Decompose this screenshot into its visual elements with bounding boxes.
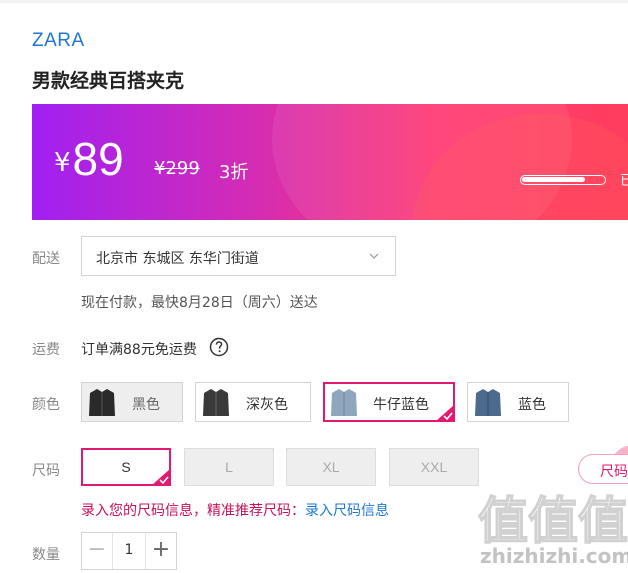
size-guide-tag[interactable]: 尺码 (578, 454, 628, 484)
address-value: 北京市 东城区 东华门街道 (96, 251, 259, 267)
quantity-stepper[interactable]: − 1 + (81, 532, 177, 570)
color-option-dark-gray[interactable]: 深灰色 (195, 382, 311, 422)
quantity-increase-button[interactable]: + (145, 533, 176, 569)
size-tip-text: 录入您的尺码信息，精准推荐尺码： (81, 503, 305, 519)
discount-badge: 3折 (219, 162, 249, 183)
quantity-label: 数量 (32, 547, 60, 563)
size-option-xxl[interactable]: XXL (389, 448, 479, 486)
color-option-denim-blue[interactable]: 牛仔蓝色 (323, 382, 455, 422)
sales-progress-bar (520, 175, 606, 185)
size-guide-tag-label: 尺码 (600, 464, 628, 480)
product-title: 男款经典百搭夹克 (32, 70, 185, 92)
color-option-label: 蓝色 (518, 397, 546, 413)
current-price: ¥89 (54, 132, 124, 186)
color-option-label: 黑色 (132, 397, 160, 413)
color-option-blue[interactable]: 蓝色 (467, 382, 569, 422)
currency-symbol: ¥ (54, 148, 71, 178)
sales-progress-fill (522, 177, 585, 182)
size-option-s[interactable]: S (81, 448, 171, 486)
size-label: 尺码 (32, 463, 60, 479)
sales-progress-label: 已 (620, 173, 628, 189)
size-option-label: L (225, 459, 233, 475)
jacket-thumbnail-icon (203, 389, 229, 416)
jacket-thumbnail-icon (331, 389, 357, 416)
chevron-down-icon (369, 253, 379, 259)
watermark-text: zhizhizhi.com (480, 544, 628, 568)
address-selector[interactable]: 北京市 东城区 东华门街道 (81, 236, 396, 276)
jacket-thumbnail-icon (475, 389, 501, 416)
jacket-thumbnail-icon (89, 389, 115, 416)
selected-check-icon (436, 405, 454, 421)
size-recommend-tip: 录入您的尺码信息，精准推荐尺码：录入尺码信息 (81, 500, 389, 520)
color-option-label: 牛仔蓝色 (373, 397, 429, 413)
color-option-black[interactable]: 黑色 (81, 382, 183, 422)
top-divider (0, 0, 628, 3)
help-icon[interactable] (209, 337, 229, 357)
size-option-label: XXL (420, 459, 448, 475)
shipping-label: 运费 (32, 342, 60, 358)
delivery-label: 配送 (32, 251, 60, 267)
color-label: 颜色 (32, 397, 60, 413)
enter-size-link[interactable]: 录入尺码信息 (305, 503, 389, 519)
quantity-value[interactable]: 1 (113, 542, 145, 558)
brand-link[interactable]: ZARA (32, 30, 85, 52)
size-option-label: XL (322, 459, 340, 475)
color-option-label: 深灰色 (246, 397, 288, 413)
original-price: ¥299 (154, 158, 200, 179)
shipping-fee-text: 订单满88元免运费 (81, 342, 197, 358)
size-option-label: S (121, 459, 131, 475)
quantity-decrease-button[interactable]: − (82, 533, 113, 569)
size-option-l[interactable]: L (184, 448, 274, 486)
price-value: 89 (72, 133, 124, 185)
delivery-estimate: 现在付款，最快8月28日（周六）送达 (81, 295, 318, 311)
selected-check-icon (152, 469, 170, 485)
watermark-glyphs: 值值值 (478, 492, 628, 550)
price-banner: ¥89 ¥299 3折 已 (32, 104, 628, 220)
size-option-xl[interactable]: XL (286, 448, 376, 486)
